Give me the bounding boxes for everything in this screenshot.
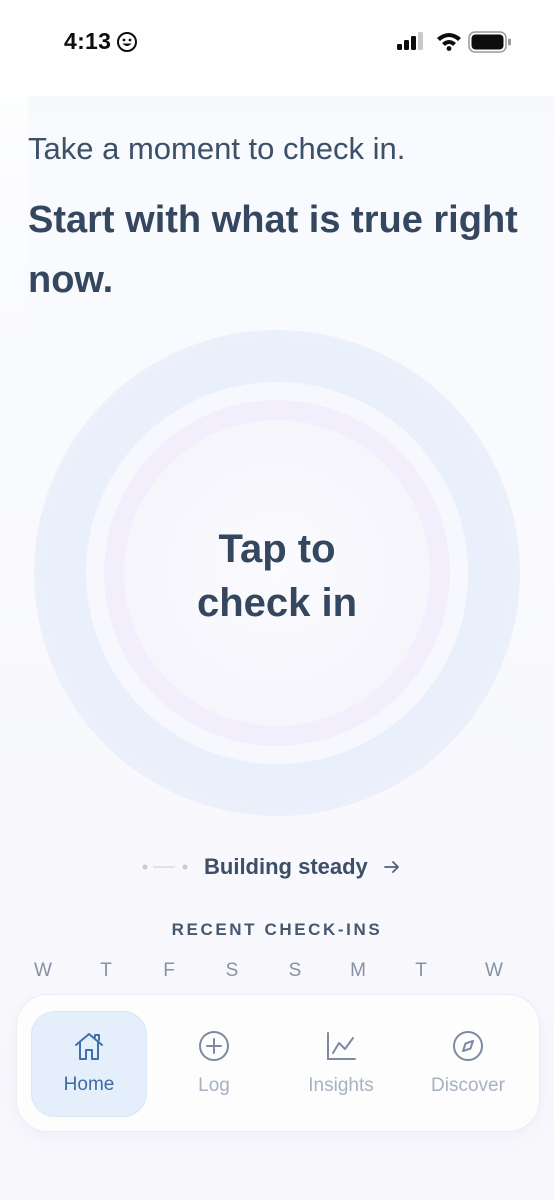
tab-label: Insights	[308, 1075, 374, 1096]
intro-text: Take a moment to check in.	[28, 131, 406, 166]
smiley-icon	[117, 32, 137, 52]
day-label: T	[100, 960, 112, 981]
status-time: 4:13	[64, 28, 112, 54]
arrow-right-icon	[383, 861, 399, 873]
tab-label: Home	[63, 1074, 115, 1095]
page-heading: Start with what is true right now.	[28, 199, 518, 301]
tab-home[interactable]: Home	[31, 1011, 147, 1117]
streak-link[interactable]: Building steady	[140, 852, 400, 882]
status-bar: 4:13	[0, 0, 554, 90]
recent-checkins-title: RECENT CHECK-INS	[171, 920, 383, 939]
day-label: M	[350, 960, 366, 981]
checkin-label-line1: Tap to	[218, 527, 336, 571]
checkin-label: Tap to check in	[104, 522, 450, 630]
tab-label: Log	[198, 1075, 230, 1096]
streak-label: Building steady	[204, 854, 368, 879]
day-label: W	[34, 960, 52, 981]
tab-log[interactable]: Log	[157, 1011, 271, 1115]
battery-icon	[468, 31, 511, 53]
plus-circle-icon	[199, 1031, 229, 1061]
compass-icon	[453, 1031, 483, 1061]
recent-checkins-days: W T F S S M T W	[28, 960, 524, 986]
tab-discover[interactable]: Discover	[411, 1011, 525, 1115]
checkin-button[interactable]: Tap to check in	[104, 400, 450, 746]
day-label: S	[225, 960, 239, 981]
tab-bar: Home Log Insights Discover	[16, 994, 540, 1132]
chart-icon	[327, 1032, 356, 1060]
day-label: W	[485, 960, 503, 981]
day-label: F	[163, 960, 175, 981]
wifi-icon	[437, 33, 461, 51]
day-label: T	[415, 960, 427, 981]
progress-dots-icon	[142, 864, 188, 870]
home-icon	[75, 1033, 103, 1060]
checkin-label-line2: check in	[196, 581, 358, 625]
tab-label: Discover	[431, 1075, 505, 1096]
tab-insights[interactable]: Insights	[284, 1011, 398, 1115]
day-label: S	[288, 960, 302, 981]
cellular-signal-icon	[397, 32, 423, 50]
